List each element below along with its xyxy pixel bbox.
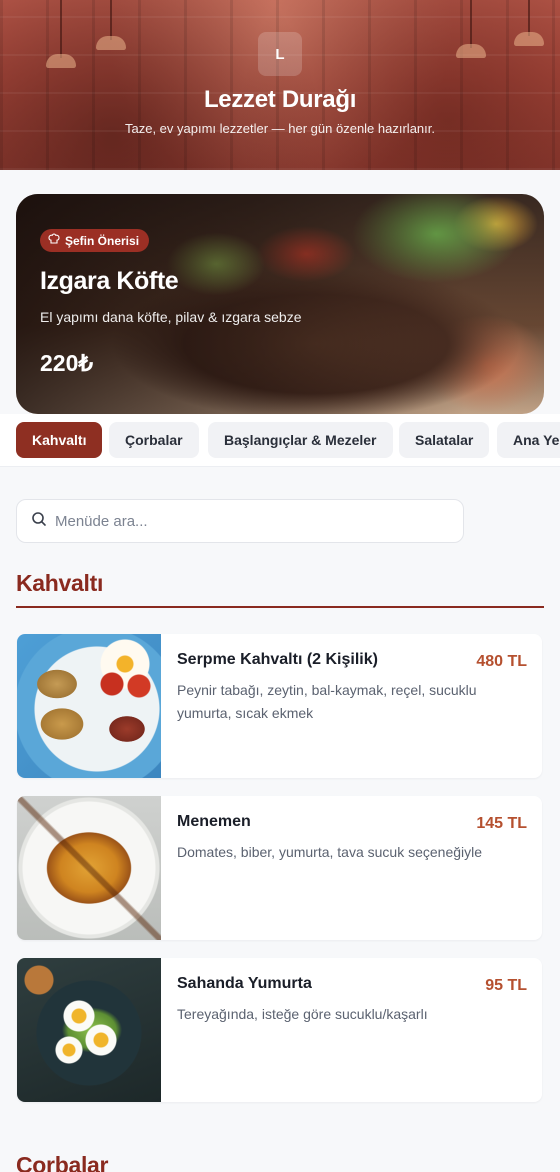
lamp-decoration	[96, 0, 126, 50]
menu-item-price: 95 TL	[485, 977, 527, 994]
restaurant-header: L Lezzet Durağı Taze, ev yapımı lezzetle…	[0, 0, 560, 170]
tab-ana-yemekler[interactable]: Ana Yemekler	[497, 422, 560, 458]
menu-item-card[interactable]: Menemen 145 TL Domates, biber, yumurta, …	[17, 796, 542, 940]
lamp-decoration	[456, 0, 486, 58]
category-tabs: Kahvaltı Çorbalar Başlangıçlar & Mezeler…	[0, 414, 560, 467]
menu-item-price: 145 TL	[476, 815, 527, 832]
menu-item-name: Menemen	[177, 813, 251, 830]
menu-item-card[interactable]: Sahanda Yumurta 95 TL Tereyağında, isteğ…	[17, 958, 542, 1102]
menu-item-name: Sahanda Yumurta	[177, 975, 312, 992]
search-input[interactable]	[55, 512, 435, 530]
section-title-corbalar: Çorbalar	[16, 1152, 109, 1172]
featured-dish-card[interactable]: Şefin Önerisi Izgara Köfte El yapımı dan…	[16, 194, 544, 414]
menu-item-price: 480 TL	[476, 653, 527, 670]
menu-item-card[interactable]: Serpme Kahvaltı (2 Kişilik) 480 TL Peyni…	[17, 634, 542, 778]
menu-item-image	[17, 796, 161, 940]
chef-hat-icon	[48, 233, 60, 248]
restaurant-name: Lezzet Durağı	[203, 86, 357, 113]
lamp-decoration	[46, 0, 76, 68]
featured-dish-description: El yapımı dana köfte, pilav & ızgara seb…	[40, 309, 302, 325]
tab-baslangiclar-mezeler[interactable]: Başlangıçlar & Mezeler	[208, 422, 393, 458]
featured-dish-name: Izgara Köfte	[40, 267, 179, 295]
menu-item-name: Serpme Kahvaltı (2 Kişilik)	[177, 651, 378, 668]
section-title-kahvalti: Kahvaltı	[16, 570, 104, 596]
chef-recommendation-label: Şefin Önerisi	[65, 233, 140, 248]
menu-item-image	[17, 634, 161, 778]
tab-corbalar[interactable]: Çorbalar	[109, 422, 199, 458]
menu-item-description: Tereyağında, isteğe göre sucuklu/kaşarlı	[177, 1006, 428, 1022]
hero-overlay	[16, 194, 544, 414]
menu-item-description: Domates, biber, yumurta, tava sucuk seçe…	[177, 844, 483, 860]
restaurant-tagline: Taze, ev yapımı lezzetler — her gün özen…	[125, 121, 435, 136]
tab-salatalar[interactable]: Salatalar	[399, 422, 490, 458]
lamp-decoration	[514, 0, 544, 46]
menu-item-description: Peynir tabağı, zeytin, bal-kaymak, reçel…	[177, 682, 477, 721]
chef-recommendation-badge: Şefin Önerisi	[40, 229, 150, 252]
featured-dish-price: 220₺	[40, 350, 94, 376]
section-divider	[16, 606, 544, 608]
search-icon	[31, 511, 47, 532]
menu-item-image	[17, 958, 161, 1102]
restaurant-logo: L	[258, 32, 302, 76]
menu-search-box[interactable]	[16, 499, 464, 543]
tab-kahvalti[interactable]: Kahvaltı	[16, 422, 103, 458]
